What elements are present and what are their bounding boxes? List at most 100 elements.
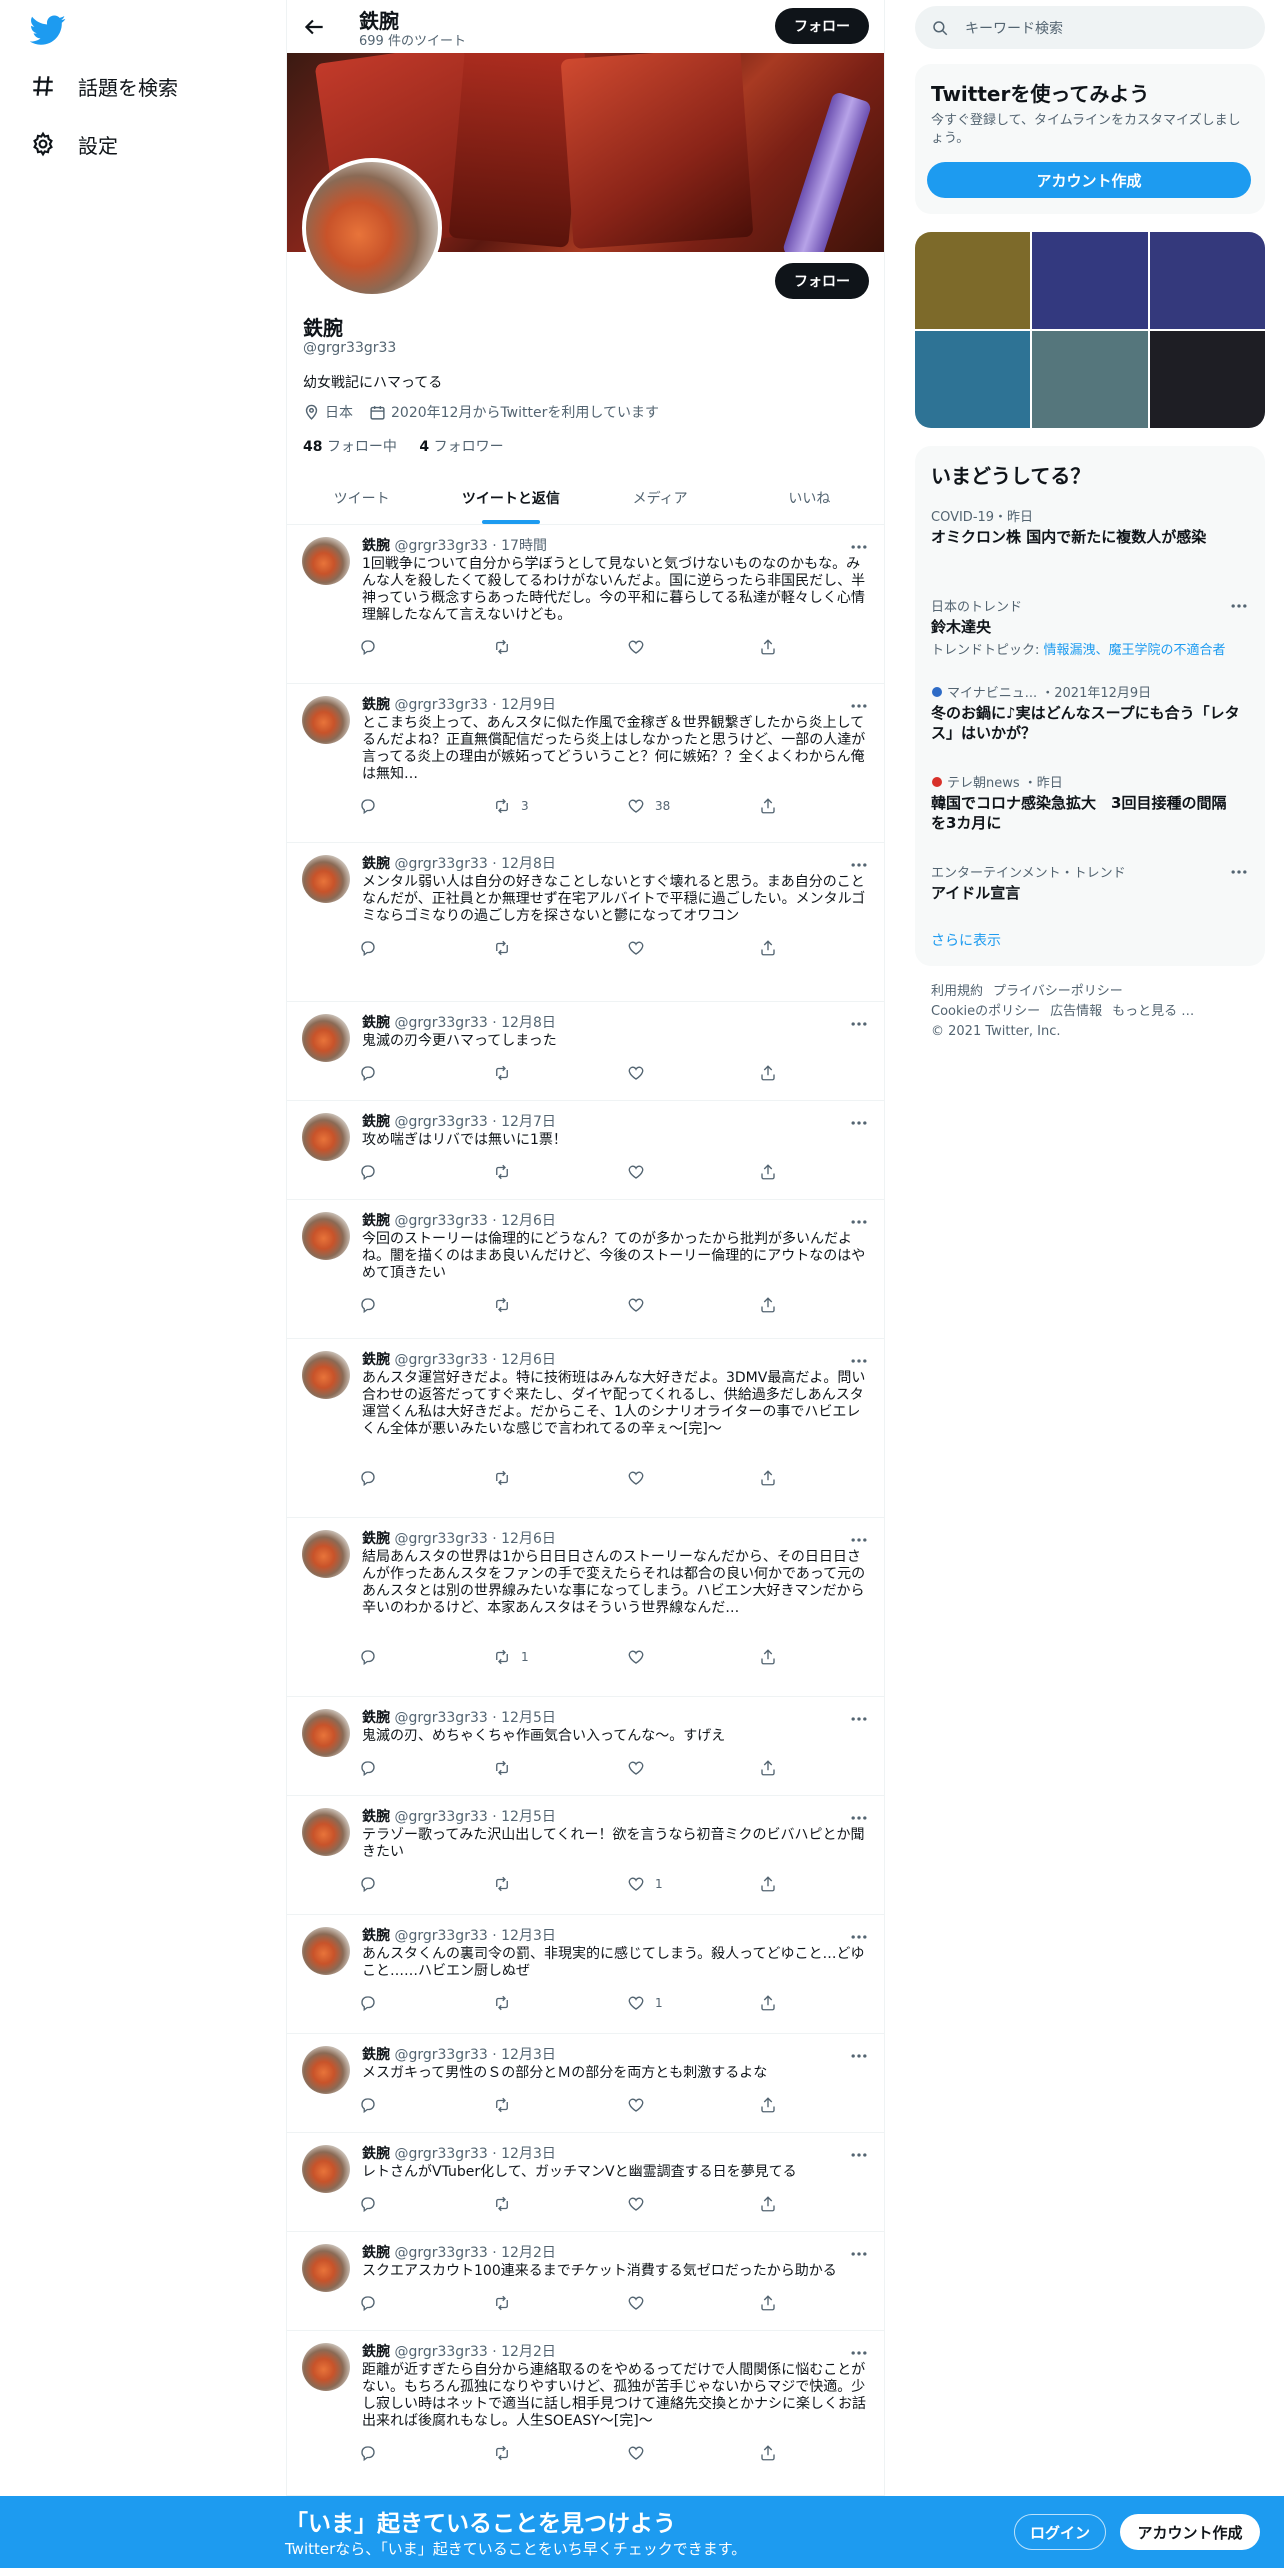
more-options-icon[interactable] (849, 1113, 869, 1133)
tweet-author-name[interactable]: 鉄腕 (362, 1015, 390, 1031)
profile-avatar[interactable] (302, 158, 442, 298)
tab-tweets-and-replies[interactable]: ツイートと返信 (436, 472, 585, 524)
followers-link[interactable]: 4 フォロワー (419, 439, 503, 455)
retweet-button[interactable] (493, 1064, 521, 1082)
trend-item[interactable]: エンターテインメント・トレンド アイドル宣言 (931, 862, 1241, 903)
share-button[interactable] (759, 1296, 787, 1314)
retweet-button[interactable] (493, 1994, 521, 2012)
reply-button[interactable] (359, 1064, 387, 1082)
tweet-avatar[interactable] (302, 1927, 350, 1975)
footer-link[interactable]: もっと見る … (1112, 1004, 1194, 1019)
tweet-author-name[interactable]: 鉄腕 (362, 1928, 390, 1944)
like-button[interactable] (627, 1163, 655, 1181)
trend-sub-link[interactable]: 情報漏洩、魔王学院の不適合者 (1044, 643, 1226, 658)
retweet-button[interactable] (493, 638, 521, 656)
tweet-timestamp[interactable]: 12月5日 (501, 1809, 556, 1825)
tweet-author-handle[interactable]: @grgr33gr33 (394, 1531, 487, 1547)
like-button[interactable] (627, 2444, 655, 2462)
tweet-avatar[interactable] (302, 1808, 350, 1856)
tweet-author-name[interactable]: 鉄腕 (362, 856, 390, 872)
share-button[interactable] (759, 2294, 787, 2312)
tweet-author-handle[interactable]: @grgr33gr33 (394, 1213, 487, 1229)
retweet-button[interactable] (493, 1875, 521, 1893)
share-button[interactable] (759, 797, 787, 815)
more-options-icon[interactable] (849, 2046, 869, 2066)
tab-likes[interactable]: いいね (735, 472, 884, 524)
tweet-timestamp[interactable]: 12月6日 (501, 1352, 556, 1368)
more-options-icon[interactable] (849, 1530, 869, 1550)
footer-link[interactable]: 利用規約 (931, 984, 983, 999)
tweet-author-name[interactable]: 鉄腕 (362, 538, 390, 554)
reply-button[interactable] (359, 797, 387, 815)
reply-button[interactable] (359, 939, 387, 957)
more-options-icon[interactable] (849, 2244, 869, 2264)
retweet-button[interactable] (493, 1163, 521, 1181)
tweet-timestamp[interactable]: 12月3日 (501, 2146, 556, 2162)
search-input[interactable]: キーワード検索 (915, 6, 1265, 49)
footer-link[interactable]: 広告情報 (1050, 1004, 1102, 1019)
like-button[interactable]: 1 (627, 1994, 663, 2012)
nav-item-settings[interactable]: 設定 (30, 124, 118, 164)
share-button[interactable] (759, 2444, 787, 2462)
tweet-avatar[interactable] (302, 696, 350, 744)
reply-button[interactable] (359, 1296, 387, 1314)
more-options-icon[interactable] (849, 1014, 869, 1034)
tweet[interactable]: 鉄腕 @grgr33gr33 · 12月3日 メスガキって男性のＳの部分とＭの部分… (287, 2034, 884, 2133)
tweet-avatar[interactable] (302, 1212, 350, 1260)
more-options-icon[interactable] (1229, 596, 1249, 616)
tweet[interactable]: 鉄腕 @grgr33gr33 · 12月9日 とこまち炎上って、あんスタに似た作風… (287, 684, 884, 843)
tweet-timestamp[interactable]: 12月2日 (501, 2245, 556, 2261)
tweet-avatar[interactable] (302, 1113, 350, 1161)
share-button[interactable] (759, 1648, 787, 1666)
tweet-timestamp[interactable]: 12月9日 (501, 697, 556, 713)
reply-button[interactable] (359, 1759, 387, 1777)
more-options-icon[interactable] (849, 2145, 869, 2165)
tweet-avatar[interactable] (302, 1530, 350, 1578)
show-more-link[interactable]: さらに表示 (931, 930, 1001, 950)
share-button[interactable] (759, 1163, 787, 1181)
tweet-author-name[interactable]: 鉄腕 (362, 1352, 390, 1368)
reply-button[interactable] (359, 1648, 387, 1666)
trend-item[interactable]: COVID-19・昨日 オミクロン株 国内で新たに複数人が感染 (931, 506, 1241, 547)
following-link[interactable]: 48 フォロー中 (303, 439, 397, 455)
tweet-avatar[interactable] (302, 2145, 350, 2193)
tweet-avatar[interactable] (302, 537, 350, 585)
reply-button[interactable] (359, 2195, 387, 2213)
retweet-button[interactable]: 1 (493, 1648, 529, 1666)
like-button[interactable] (627, 2096, 655, 2114)
more-options-icon[interactable] (849, 1709, 869, 1729)
profile-follow-button[interactable]: フォロー (775, 263, 869, 299)
more-options-icon[interactable] (849, 2343, 869, 2363)
share-button[interactable] (759, 939, 787, 957)
footer-link[interactable]: プライバシーポリシー (993, 984, 1123, 999)
tweet[interactable]: 鉄腕 @grgr33gr33 · 12月6日 あんスタ運営好きだよ。特に技術班はみ… (287, 1339, 884, 1518)
media-thumbnail[interactable] (1032, 331, 1148, 428)
trend-item[interactable]: 日本のトレンド 鈴木達央 トレンドトピック: 情報漏洩、魔王学院の不適合者 (931, 596, 1241, 658)
media-thumbnail[interactable] (1149, 331, 1265, 428)
retweet-button[interactable] (493, 2294, 521, 2312)
tweet-author-handle[interactable]: @grgr33gr33 (394, 538, 487, 554)
media-thumbnail[interactable] (1149, 232, 1265, 329)
like-button[interactable] (627, 638, 655, 656)
tweet-author-handle[interactable]: @grgr33gr33 (394, 1809, 487, 1825)
like-button[interactable] (627, 939, 655, 957)
tweet[interactable]: 鉄腕 @grgr33gr33 · 12月3日 あんスタくんの裏司令の罰、非現実的に… (287, 1915, 884, 2034)
tab-media[interactable]: メディア (586, 472, 735, 524)
nav-item-explore[interactable]: 話題を検索 (30, 66, 178, 106)
tweet[interactable]: 鉄腕 @grgr33gr33 · 12月6日 結局あんスタの世界は1から日日日さん… (287, 1518, 884, 1697)
twitter-logo-icon[interactable] (30, 12, 66, 48)
tweet-author-handle[interactable]: @grgr33gr33 (394, 2146, 487, 2162)
trend-item[interactable]: テレ朝news ・昨日 韓国でコロナ感染急拡大 3回目接種の間隔を3カ月に (931, 772, 1241, 833)
tweet-timestamp[interactable]: 12月3日 (501, 2047, 556, 2063)
tab-tweets[interactable]: ツイート (287, 472, 436, 524)
more-options-icon[interactable] (849, 1351, 869, 1371)
tweet-author-name[interactable]: 鉄腕 (362, 1114, 390, 1130)
tweet-author-name[interactable]: 鉄腕 (362, 2146, 390, 2162)
tweet-timestamp[interactable]: 12月6日 (501, 1213, 556, 1229)
tweet[interactable]: 鉄腕 @grgr33gr33 · 12月2日 スクエアスカウト100連来るまでチケ… (287, 2232, 884, 2331)
tweet-avatar[interactable] (302, 1709, 350, 1757)
retweet-button[interactable] (493, 1469, 521, 1487)
tweet-timestamp[interactable]: 12月7日 (501, 1114, 556, 1130)
like-button[interactable]: 1 (627, 1875, 663, 1893)
media-thumbnail[interactable] (1032, 232, 1148, 329)
